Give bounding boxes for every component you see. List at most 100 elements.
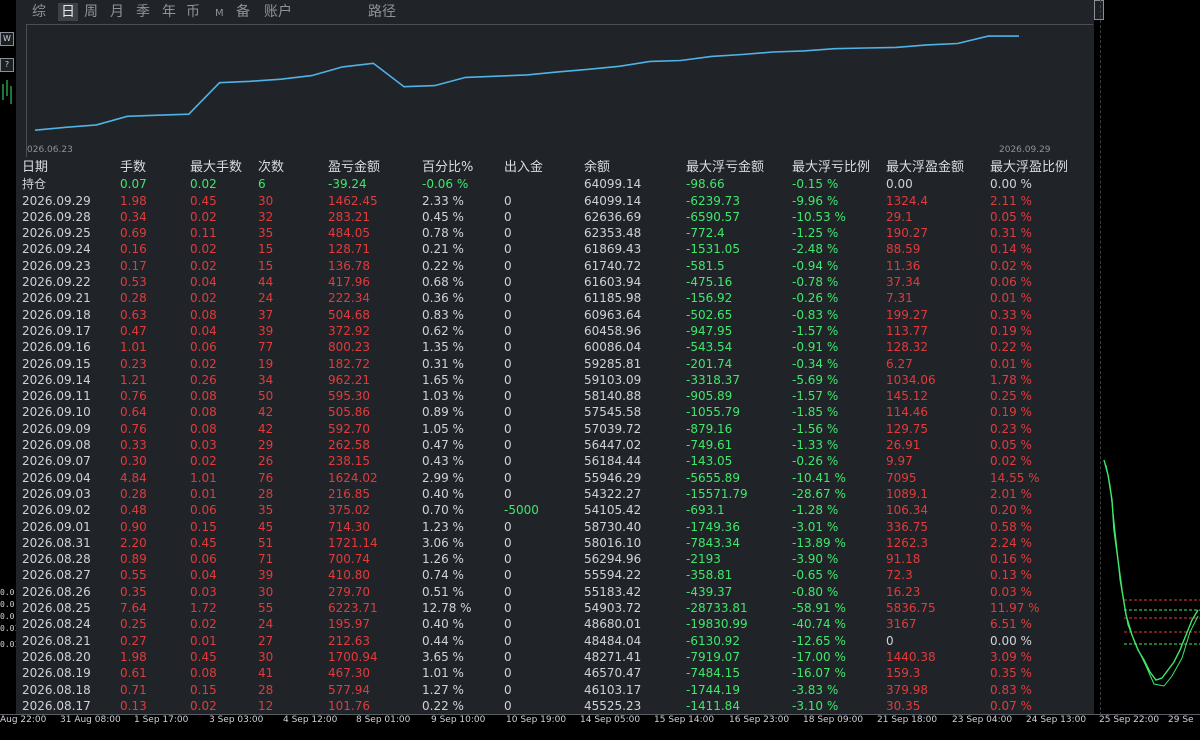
table-row[interactable]: 2026.08.25 7.64 1.72 55 6223.71 12.78 % 0 54903… (22, 600, 1092, 616)
cell-max-floating-profit: 5836.75 (886, 601, 936, 616)
cell-max-drawdown: -7484.15 (686, 666, 740, 681)
cell-pnl: 484.05 (328, 226, 370, 241)
table-row[interactable]: 2026.08.27 0.55 0.04 39 410.80 0.74 % 0 55594.2… (22, 567, 1092, 583)
tab-day[interactable]: 日 (58, 3, 78, 21)
table-row[interactable]: 2026.09.24 0.16 0.02 15 128.71 0.21 % 0 61869.4… (22, 241, 1092, 257)
table-row[interactable]: 2026.09.03 0.28 0.01 28 216.85 0.40 % 0 54322.2… (22, 486, 1092, 502)
tab-path[interactable]: 路径 (368, 3, 396, 21)
table-row[interactable]: 2026.09.28 0.34 0.02 32 283.21 0.45 % 0 62636.6… (22, 209, 1092, 225)
table-row[interactable]: 2026.09.16 1.01 0.06 77 800.23 1.35 % 0 60086.0… (22, 339, 1092, 355)
cell-max-floating-profit-ratio: 0.14 % (990, 242, 1032, 257)
cell-count: 76 (258, 470, 274, 485)
cell-percent: 0.62 % (422, 323, 464, 338)
cell-lots: 0.34 (120, 209, 147, 224)
cell-deposit: 0 (504, 552, 512, 567)
header-pnl: 盈亏金额 (328, 160, 381, 175)
cell-pnl: 800.23 (328, 340, 370, 355)
tab-currency[interactable]: 币 (186, 3, 200, 21)
cell-lots: 0.61 (120, 666, 147, 681)
table-row[interactable]: 2026.09.08 0.33 0.03 29 262.58 0.47 % 0 56447.0… (22, 437, 1092, 453)
equity-curve-chart: 026.06.23 2026.09.29 (26, 24, 1093, 157)
cell-deposit: 0 (504, 291, 512, 306)
tab-month[interactable]: 月 (110, 3, 124, 21)
tab-year[interactable]: 年 (162, 3, 176, 21)
cell-percent: 0.21 % (422, 242, 464, 257)
right-price-chart (1103, 459, 1200, 687)
table-row[interactable]: 2026.08.26 0.35 0.03 30 279.70 0.51 % 0 55183.4… (22, 584, 1092, 600)
cell-max-floating-profit: 1262.3 (886, 535, 928, 550)
cell-balance: 59285.81 (584, 356, 642, 371)
table-row[interactable]: 2026.08.31 2.20 0.45 51 1721.14 3.06 % 0 58016.… (22, 535, 1092, 551)
table-row[interactable]: 2026.09.07 0.30 0.02 26 238.15 0.43 % 0 56184.4… (22, 453, 1092, 469)
table-row[interactable]: 2026.09.23 0.17 0.02 15 136.78 0.22 % 0 61740.7… (22, 258, 1092, 274)
table-row[interactable]: 2026.09.10 0.64 0.08 42 505.86 0.89 % 0 57545.5… (22, 404, 1092, 420)
cell-max-floating-profit: 1034.06 (886, 372, 936, 387)
table-row[interactable]: 2026.09.17 0.47 0.04 39 372.92 0.62 % 0 60458.9… (22, 323, 1092, 339)
tab-composite[interactable]: 综 (32, 3, 46, 21)
table-row[interactable]: 2026.09.18 0.63 0.08 37 504.68 0.83 % 0 60963.6… (22, 307, 1092, 323)
cell-balance: 45525.23 (584, 698, 642, 713)
table-row[interactable]: 2026.08.20 1.98 0.45 30 1700.94 3.65 % 0 48271.… (22, 649, 1092, 665)
table-row[interactable]: 2026.09.04 4.84 1.01 76 1624.02 2.99 % 0 55946.… (22, 470, 1092, 486)
table-row[interactable]: 2026.08.21 0.27 0.01 27 212.63 0.44 % 0 48484.0… (22, 633, 1092, 649)
tab-week[interactable]: 周 (84, 3, 98, 21)
table-body: 2026.09.29 1.98 0.45 30 1462.45 2.33 % 0 64099.… (22, 193, 1092, 715)
cell-max-floating-profit-ratio: 0.35 % (990, 666, 1032, 681)
cell-max-floating-profit-ratio: 0.02 % (990, 454, 1032, 469)
table-row[interactable]: 2026.09.11 0.76 0.08 50 595.30 1.03 % 0 58140.8… (22, 388, 1092, 404)
cell-max-drawdown-ratio: -5.69 % (792, 372, 839, 387)
cell-count: 42 (258, 405, 274, 420)
cell-deposit: 0 (504, 438, 512, 453)
cell-max-floating-profit-ratio: 0.01 % (990, 291, 1032, 306)
table-row[interactable]: 2026.08.18 0.71 0.15 28 577.94 1.27 % 0 46103.1… (22, 682, 1092, 698)
cell-count: 71 (258, 552, 274, 567)
table-row[interactable]: 2026.09.09 0.76 0.08 42 592.70 1.05 % 0 57039.7… (22, 421, 1092, 437)
table-row[interactable]: 2026.09.02 0.48 0.06 35 375.02 0.70 % -5000 541… (22, 502, 1092, 518)
cell-lots: 0.28 (120, 486, 147, 501)
table-row[interactable]: 2026.09.15 0.23 0.02 19 182.72 0.31 % 0 59285.8… (22, 356, 1092, 372)
cell-lots: 2.20 (120, 535, 147, 550)
cell-max-drawdown-ratio: -16.07 % (792, 666, 846, 681)
cell-lots: 0.53 (120, 275, 147, 290)
cell-date: 2026.09.15 (22, 356, 91, 371)
cell-deposit: 0 (504, 666, 512, 681)
table-row[interactable]: 2026.09.29 1.98 0.45 30 1462.45 2.33 % 0 64099.… (22, 193, 1092, 209)
table-row[interactable]: 2026.09.14 1.21 0.26 34 962.21 1.65 % 0 59103.0… (22, 372, 1092, 388)
cell-count: 39 (258, 568, 274, 583)
time-axis-label: 29 Se (1168, 715, 1194, 725)
table-row[interactable]: 2026.09.22 0.53 0.04 44 417.96 0.68 % 0 61603.9… (22, 274, 1092, 290)
tab-m[interactable]: M (215, 5, 224, 23)
cell-deposit: 0 (504, 307, 512, 322)
time-axis-label: Aug 22:00 (0, 715, 47, 725)
table-row[interactable]: 2026.08.17 0.13 0.02 12 101.76 0.22 % 0 45525.2… (22, 698, 1092, 714)
cell-max-floating-profit-ratio: 0.31 % (990, 226, 1032, 241)
cell-max-drawdown: -475.16 (686, 275, 733, 290)
cell-deposit: 0 (504, 617, 512, 632)
cell-max-drawdown-ratio: -3.10 % (792, 698, 839, 713)
cell-max-floating-profit-ratio: 2.11 % (990, 193, 1032, 208)
left-button-help[interactable]: ? (0, 58, 14, 72)
table-row[interactable]: 2026.09.01 0.90 0.15 45 714.30 1.23 % 0 58730.4… (22, 519, 1092, 535)
left-button-w[interactable]: W (0, 32, 14, 46)
tab-quarter[interactable]: 季 (136, 3, 150, 21)
table-row[interactable]: 2026.08.19 0.61 0.08 41 467.30 1.01 % 0 46570.4… (22, 665, 1092, 681)
tab-backup[interactable]: 备 (236, 3, 250, 21)
table-row[interactable]: 2026.08.28 0.89 0.06 71 700.74 1.26 % 0 56294.9… (22, 551, 1092, 567)
tab-account[interactable]: 账户 (264, 3, 292, 21)
cell-lots: 7.64 (120, 601, 147, 616)
table-row[interactable]: 2026.08.24 0.25 0.02 24 195.97 0.40 % 0 48680.0… (22, 616, 1092, 632)
right-scroll-button[interactable] (1094, 0, 1104, 20)
equity-curve-svg (34, 35, 1019, 131)
cell-pnl: 595.30 (328, 389, 370, 404)
cell-max-lots: 0.45 (190, 649, 217, 664)
cell-pnl: -39.24 (328, 177, 367, 192)
table-row[interactable]: 2026.09.25 0.69 0.11 35 484.05 0.78 % 0 62353.4… (22, 225, 1092, 241)
cell-max-lots: 0.04 (190, 568, 217, 583)
cell-max-drawdown-ratio: -1.25 % (792, 226, 839, 241)
cell-max-drawdown-ratio: -0.15 % (792, 177, 839, 192)
cell-count: 41 (258, 666, 274, 681)
cell-max-floating-profit-ratio: 0.02 % (990, 258, 1032, 273)
cell-max-drawdown-ratio: -1.85 % (792, 405, 839, 420)
cell-max-drawdown-ratio: -0.94 % (792, 258, 839, 273)
table-row[interactable]: 2026.09.21 0.28 0.02 24 222.34 0.36 % 0 61185.9… (22, 290, 1092, 306)
